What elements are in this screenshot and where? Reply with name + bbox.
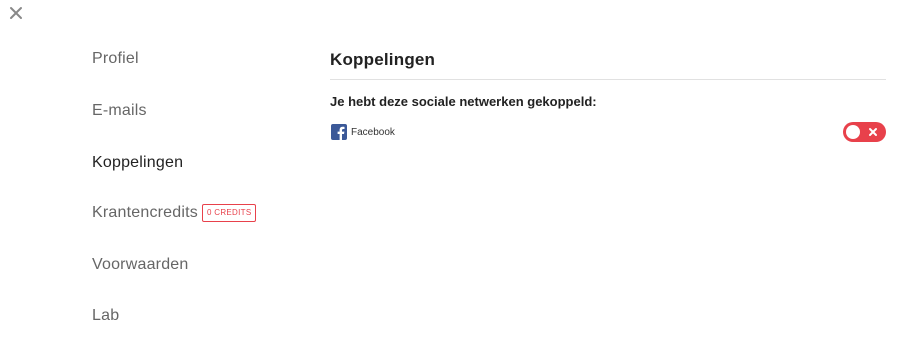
sidebar-item-koppelingen[interactable]: Koppelingen: [92, 154, 183, 172]
credits-badge: 0 CREDITS: [201, 204, 257, 222]
sidebar-item-label: E-mails: [92, 102, 147, 119]
close-icon: [10, 7, 22, 19]
close-button[interactable]: [9, 6, 23, 20]
sidebar-item-label: Profiel: [92, 50, 139, 67]
connected-networks-heading: Je hebt deze sociale netwerken gekoppeld…: [330, 94, 597, 109]
sidebar-item-voorwaarden[interactable]: Voorwaarden: [92, 256, 189, 274]
facebook-icon: [331, 124, 347, 140]
sidebar-item-label: Krantencredits: [92, 204, 198, 221]
disconnect-facebook-toggle[interactable]: [843, 122, 886, 142]
title-divider: [330, 79, 886, 80]
account-row-facebook: Facebook: [330, 121, 886, 143]
sidebar-item-profiel[interactable]: Profiel: [92, 50, 139, 68]
sidebar-item-label: Koppelingen: [92, 154, 184, 171]
close-icon: [869, 128, 877, 136]
page-title: Koppelingen: [330, 50, 436, 69]
sidebar-item-label: Lab: [92, 307, 120, 324]
sidebar-item-lab[interactable]: Lab: [92, 307, 119, 325]
sidebar-item-krantencredits[interactable]: Krantencredits 0 CREDITS: [92, 204, 257, 222]
account-name: Facebook: [351, 127, 395, 138]
sidebar-item-label: Voorwaarden: [92, 256, 189, 273]
toggle-knob: [846, 125, 860, 139]
sidebar-item-e-mails[interactable]: E-mails: [92, 102, 147, 120]
